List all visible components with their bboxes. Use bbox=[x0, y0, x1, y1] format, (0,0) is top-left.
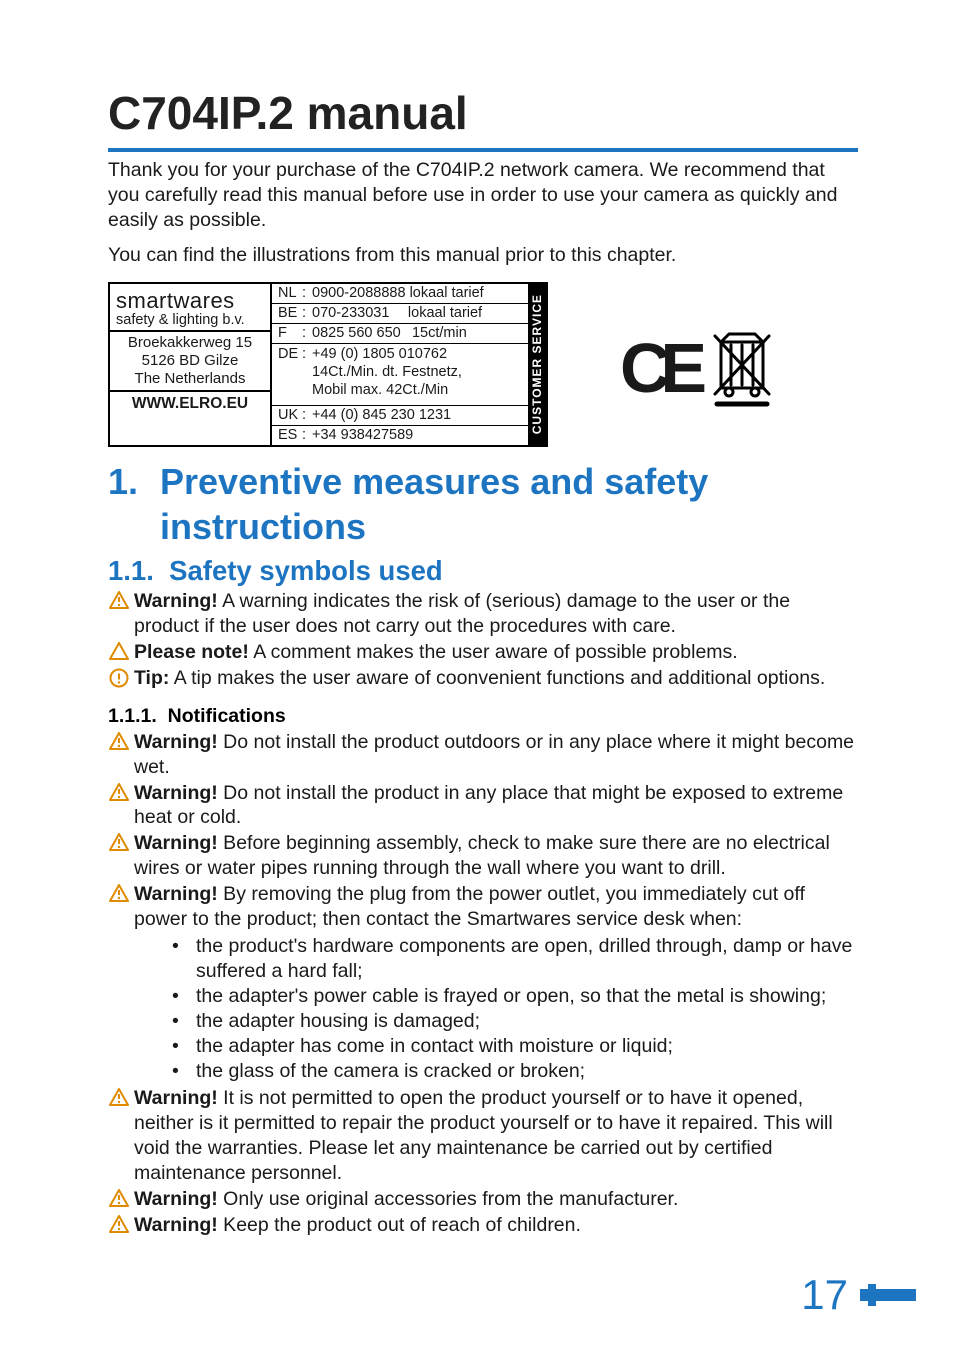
country-code: ES bbox=[278, 427, 302, 443]
warning-triangle-icon bbox=[108, 1086, 130, 1106]
subsection-number: 1.1.1. bbox=[108, 705, 157, 727]
warning-triangle-icon bbox=[108, 882, 130, 902]
notification-w3: Warning! Before beginning assembly, chec… bbox=[108, 831, 858, 881]
company-cell: smartwares safety & lighting b.v. bbox=[110, 284, 270, 332]
symbol-text: Tip: A tip makes the user aware of coonv… bbox=[134, 666, 858, 691]
symbol-tip-row: Tip: A tip makes the user aware of coonv… bbox=[108, 666, 858, 691]
chapter-number: 1. bbox=[108, 459, 160, 549]
phone-value: 0900-2088888 lokaal tarief bbox=[312, 285, 484, 301]
bullet-4: the adapter has come in contact with moi… bbox=[164, 1034, 858, 1059]
address-line-3: The Netherlands bbox=[116, 370, 264, 388]
intro-text-1: Thank you for your purchase of the C704I… bbox=[108, 158, 858, 233]
footer-bar-icon bbox=[860, 1289, 916, 1301]
colon: : bbox=[302, 427, 312, 443]
contact-row-de: DE : +49 (0) 1805 010762 14Ct./Min. dt. … bbox=[272, 344, 528, 406]
country-code: BE bbox=[278, 305, 302, 321]
notification-w5: Warning! It is not permitted to open the… bbox=[108, 1086, 858, 1186]
contact-row-es: ES : +34 938427589 bbox=[272, 426, 528, 445]
notification-text: Warning! Do not install the product in a… bbox=[134, 781, 858, 831]
notification-w6: Warning! Only use original accessories f… bbox=[108, 1187, 858, 1212]
bullet-2: the adapter's power cable is frayed or o… bbox=[164, 984, 858, 1009]
colon: : bbox=[302, 345, 312, 362]
warning-triangle-icon bbox=[108, 1213, 130, 1233]
contact-row-uk: UK : +44 (0) 845 230 1231 bbox=[272, 406, 528, 426]
warning-triangle-icon bbox=[108, 589, 130, 609]
section-heading-1-1: 1.1. Safety symbols used bbox=[108, 555, 858, 587]
notification-text: Warning! Do not install the product outd… bbox=[134, 730, 858, 780]
bullet-3: the adapter housing is damaged; bbox=[164, 1009, 858, 1034]
section-title: Safety symbols used bbox=[169, 555, 443, 586]
page-footer: 17 bbox=[801, 1271, 916, 1319]
notification-bullets: the product's hardware components are op… bbox=[164, 934, 858, 1084]
colon: : bbox=[302, 305, 312, 321]
contact-row-fr: F : 0825 560 650 15ct/min bbox=[272, 324, 528, 344]
tip-circle-icon bbox=[108, 666, 130, 688]
warning-triangle-icon bbox=[108, 730, 130, 750]
section-number: 1.1. bbox=[108, 555, 154, 586]
contact-numbers-column: NL : 0900-2088888 lokaal tarief BE : 070… bbox=[270, 284, 528, 445]
phone-value: 070-233031 lokaal tarief bbox=[312, 305, 482, 321]
phone-value: 0825 560 650 15ct/min bbox=[312, 325, 467, 341]
weee-crossed-bin-icon bbox=[709, 328, 775, 408]
notification-text: Warning! Keep the product out of reach o… bbox=[134, 1213, 858, 1238]
country-code: F bbox=[278, 325, 302, 341]
symbol-text: Please note! A comment makes the user aw… bbox=[134, 640, 858, 665]
notification-text: Warning! Only use original accessories f… bbox=[134, 1187, 858, 1212]
chapter-title: Preventive measures and safety instructi… bbox=[160, 459, 858, 549]
note-triangle-icon bbox=[108, 640, 130, 660]
compliance-marks: C E bbox=[620, 282, 775, 408]
phone-value: +34 938427589 bbox=[312, 427, 413, 443]
brand-name: smartwares bbox=[116, 288, 264, 314]
symbol-text: Warning! A warning indicates the risk of… bbox=[134, 589, 858, 639]
country-code: NL bbox=[278, 285, 302, 301]
symbol-warning-row: Warning! A warning indicates the risk of… bbox=[108, 589, 858, 639]
contact-company-column: smartwares safety & lighting b.v. Broeka… bbox=[110, 284, 270, 445]
address-line-1: Broekakkerweg 15 bbox=[116, 334, 264, 352]
address-line-2: 5126 BD Gilze bbox=[116, 352, 264, 370]
notification-w4: Warning! By removing the plug from the p… bbox=[108, 882, 858, 932]
phone-value: +44 (0) 845 230 1231 bbox=[312, 407, 451, 423]
notification-w7: Warning! Keep the product out of reach o… bbox=[108, 1213, 858, 1238]
notification-w1: Warning! Do not install the product outd… bbox=[108, 730, 858, 780]
subsection-heading-1-1-1: 1.1.1. Notifications bbox=[108, 705, 858, 728]
notification-w2: Warning! Do not install the product in a… bbox=[108, 781, 858, 831]
bullet-5: the glass of the camera is cracked or br… bbox=[164, 1059, 858, 1084]
notification-text: Warning! By removing the plug from the p… bbox=[134, 882, 858, 932]
contact-row-be: BE : 070-233031 lokaal tarief bbox=[272, 304, 528, 324]
warning-triangle-icon bbox=[108, 831, 130, 851]
colon: : bbox=[302, 407, 312, 423]
address-cell: Broekakkerweg 15 5126 BD Gilze The Nethe… bbox=[110, 332, 270, 392]
notification-text: Warning! It is not permitted to open the… bbox=[134, 1086, 858, 1186]
manual-page: C704IP.2 manual Thank you for your purch… bbox=[0, 0, 954, 1345]
ce-mark-icon: C E bbox=[620, 333, 699, 403]
country-code: DE bbox=[278, 345, 302, 362]
brand-subtitle: safety & lighting b.v. bbox=[116, 312, 264, 328]
website-cell: WWW.ELRO.EU bbox=[110, 392, 270, 415]
country-code: UK bbox=[278, 407, 302, 423]
customer-service-side-label: CUSTOMER SERVICE bbox=[528, 284, 546, 445]
phone-value: +49 (0) 1805 010762 14Ct./Min. dt. Festn… bbox=[312, 345, 462, 399]
page-number: 17 bbox=[801, 1271, 848, 1319]
contact-row-nl: NL : 0900-2088888 lokaal tarief bbox=[272, 284, 528, 304]
colon: : bbox=[302, 325, 312, 341]
intro-text-2: You can find the illustrations from this… bbox=[108, 243, 858, 268]
symbol-note-row: Please note! A comment makes the user aw… bbox=[108, 640, 858, 665]
chapter-heading: 1. Preventive measures and safety instru… bbox=[108, 459, 858, 549]
notification-text: Warning! Before beginning assembly, chec… bbox=[134, 831, 858, 881]
colon: : bbox=[302, 285, 312, 301]
contact-table: smartwares safety & lighting b.v. Broeka… bbox=[108, 282, 548, 447]
manual-title: C704IP.2 manual bbox=[108, 86, 858, 152]
subsection-title: Notifications bbox=[168, 705, 286, 727]
warning-triangle-icon bbox=[108, 1187, 130, 1207]
bullet-1: the product's hardware components are op… bbox=[164, 934, 858, 984]
warning-triangle-icon bbox=[108, 781, 130, 801]
contact-row: smartwares safety & lighting b.v. Broeka… bbox=[108, 282, 858, 447]
